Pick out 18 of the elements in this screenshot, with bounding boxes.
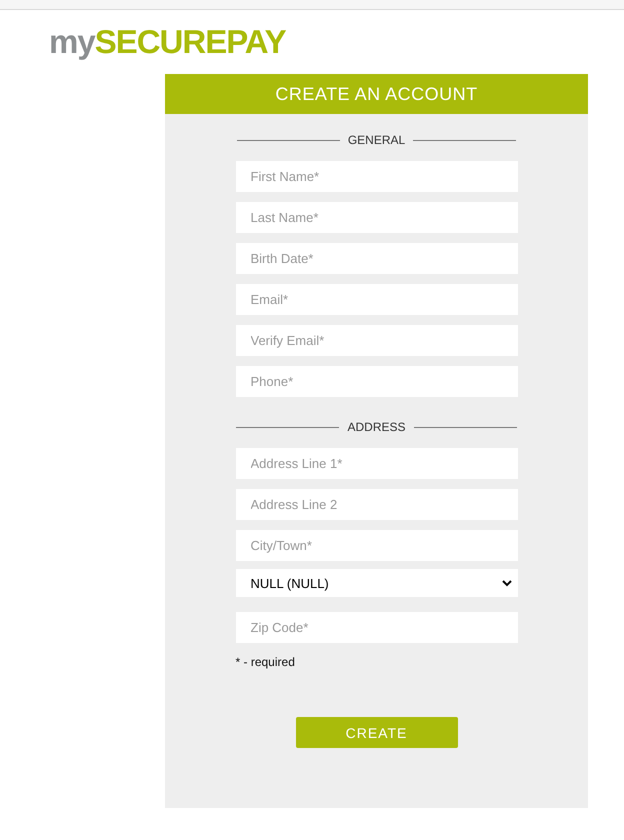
input-field[interactable]: Zip Code* <box>236 612 518 643</box>
logo-wordmark: SECUREPAY <box>94 23 286 60</box>
required-note: * - required <box>236 655 296 669</box>
form-title: CREATE AN ACCOUNT <box>165 74 588 114</box>
input-field[interactable]: City/Town* <box>236 530 518 561</box>
logo-prefix: my <box>49 23 95 60</box>
chevron-down-icon <box>502 580 512 586</box>
input-field[interactable]: Birth Date* <box>236 243 518 274</box>
section-heading: GENERAL <box>348 133 406 147</box>
input-field[interactable]: Address Line 2 <box>236 489 518 520</box>
input-field[interactable]: First Name* <box>236 161 518 192</box>
input-field[interactable]: Address Line 1* <box>236 448 518 479</box>
input-field[interactable]: Last Name* <box>236 202 518 233</box>
input-field[interactable]: Email* <box>236 284 518 315</box>
country-select[interactable]: NULL (NULL) <box>236 569 518 597</box>
input-field[interactable]: Phone* <box>236 366 518 397</box>
section-heading: ADDRESS <box>347 420 406 434</box>
input-field[interactable]: Verify Email* <box>236 325 518 356</box>
